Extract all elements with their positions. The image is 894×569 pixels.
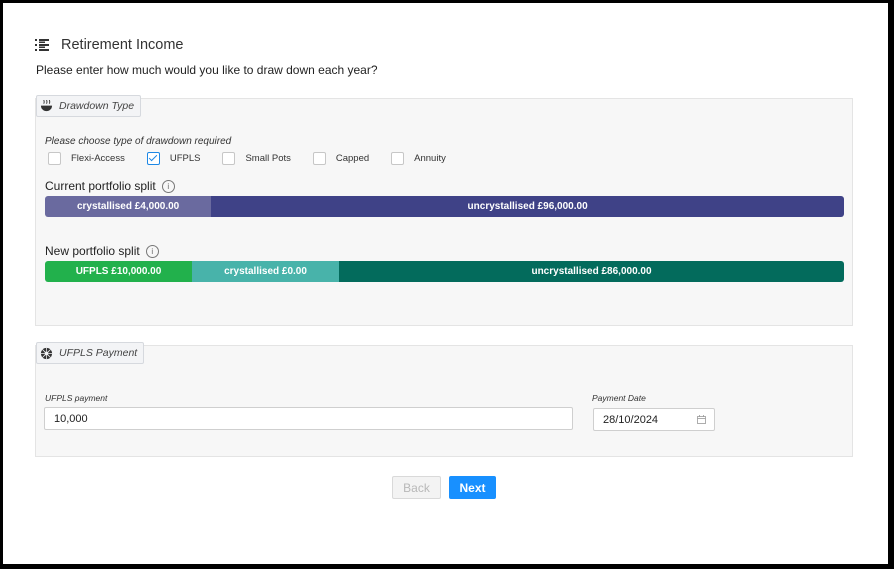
option-label: Small Pots <box>245 153 291 164</box>
drawdown-instruction: Please choose type of drawdown required <box>45 136 232 147</box>
drawdown-type-legend-label: Drawdown Type <box>59 100 135 112</box>
option-label: Flexi-Access <box>71 153 125 164</box>
page-title: Retirement Income <box>61 37 184 53</box>
drawdown-type-panel: Drawdown Type Please choose type of draw… <box>35 95 853 326</box>
option-label: Annuity <box>414 153 446 164</box>
new-split-label: New portfolio split i <box>45 244 159 258</box>
payment-date-input[interactable]: 28/10/2024 <box>593 408 715 431</box>
calendar-icon[interactable] <box>697 415 706 424</box>
info-icon[interactable]: i <box>161 179 175 193</box>
info-icon[interactable]: i <box>145 244 159 258</box>
checkbox-small-pots[interactable] <box>222 152 236 165</box>
bowl-icon <box>40 99 53 111</box>
current-split-label: Current portfolio split i <box>45 179 175 193</box>
ufpls-payment-label: UFPLS payment <box>45 393 108 403</box>
next-button[interactable]: Next <box>449 476 496 499</box>
option-ufpls[interactable]: UFPLS <box>146 152 201 165</box>
option-flexi-access[interactable]: Flexi-Access <box>48 152 125 165</box>
option-label: UFPLS <box>169 153 201 164</box>
current-split-uncrystallised: uncrystallised £96,000.00 <box>211 196 844 217</box>
checkbox-annuity[interactable] <box>391 152 405 165</box>
new-split-title: New portfolio split <box>45 244 140 258</box>
new-split-bar: UFPLS £10,000.00 crystallised £0.00 uncr… <box>45 261 844 282</box>
option-label: Capped <box>335 153 370 164</box>
new-split-ufpls: UFPLS £10,000.00 <box>45 261 193 282</box>
option-annuity[interactable]: Annuity <box>391 152 446 165</box>
payment-date-value: 28/10/2024 <box>603 413 659 426</box>
page: Retirement Income Please enter how much … <box>3 3 888 564</box>
option-capped[interactable]: Capped <box>312 152 370 165</box>
payment-date-label: Payment Date <box>592 393 646 403</box>
option-small-pots[interactable]: Small Pots <box>222 152 291 165</box>
ufpls-payment-legend-label: UFPLS Payment <box>59 347 138 359</box>
list-icon <box>35 39 49 51</box>
current-split-title: Current portfolio split <box>45 179 156 193</box>
drawdown-type-legend: Drawdown Type <box>36 95 142 117</box>
new-split-uncrystallised: uncrystallised £86,000.00 <box>339 261 844 282</box>
back-button[interactable]: Back <box>392 476 441 499</box>
question-text: Please enter how much would you like to … <box>36 63 378 77</box>
checkbox-capped[interactable] <box>312 152 326 165</box>
new-split-crystallised: crystallised £0.00 <box>192 261 340 282</box>
current-split-bar: crystallised £4,000.00 uncrystallised £9… <box>45 196 844 217</box>
settings-icon <box>40 347 53 359</box>
ufpls-payment-legend: UFPLS Payment <box>36 342 145 364</box>
checkbox-flexi-access[interactable] <box>48 152 61 165</box>
page-header: Retirement Income <box>35 37 184 53</box>
ufpls-payment-panel: UFPLS Payment UFPLS payment 10,000 Payme… <box>35 342 853 457</box>
checkbox-ufpls[interactable] <box>146 152 160 165</box>
current-split-crystallised: crystallised £4,000.00 <box>45 196 212 217</box>
drawdown-options: Flexi-Access UFPLS Small Pots Capped Ann… <box>48 152 468 165</box>
ufpls-payment-input[interactable]: 10,000 <box>44 407 573 430</box>
